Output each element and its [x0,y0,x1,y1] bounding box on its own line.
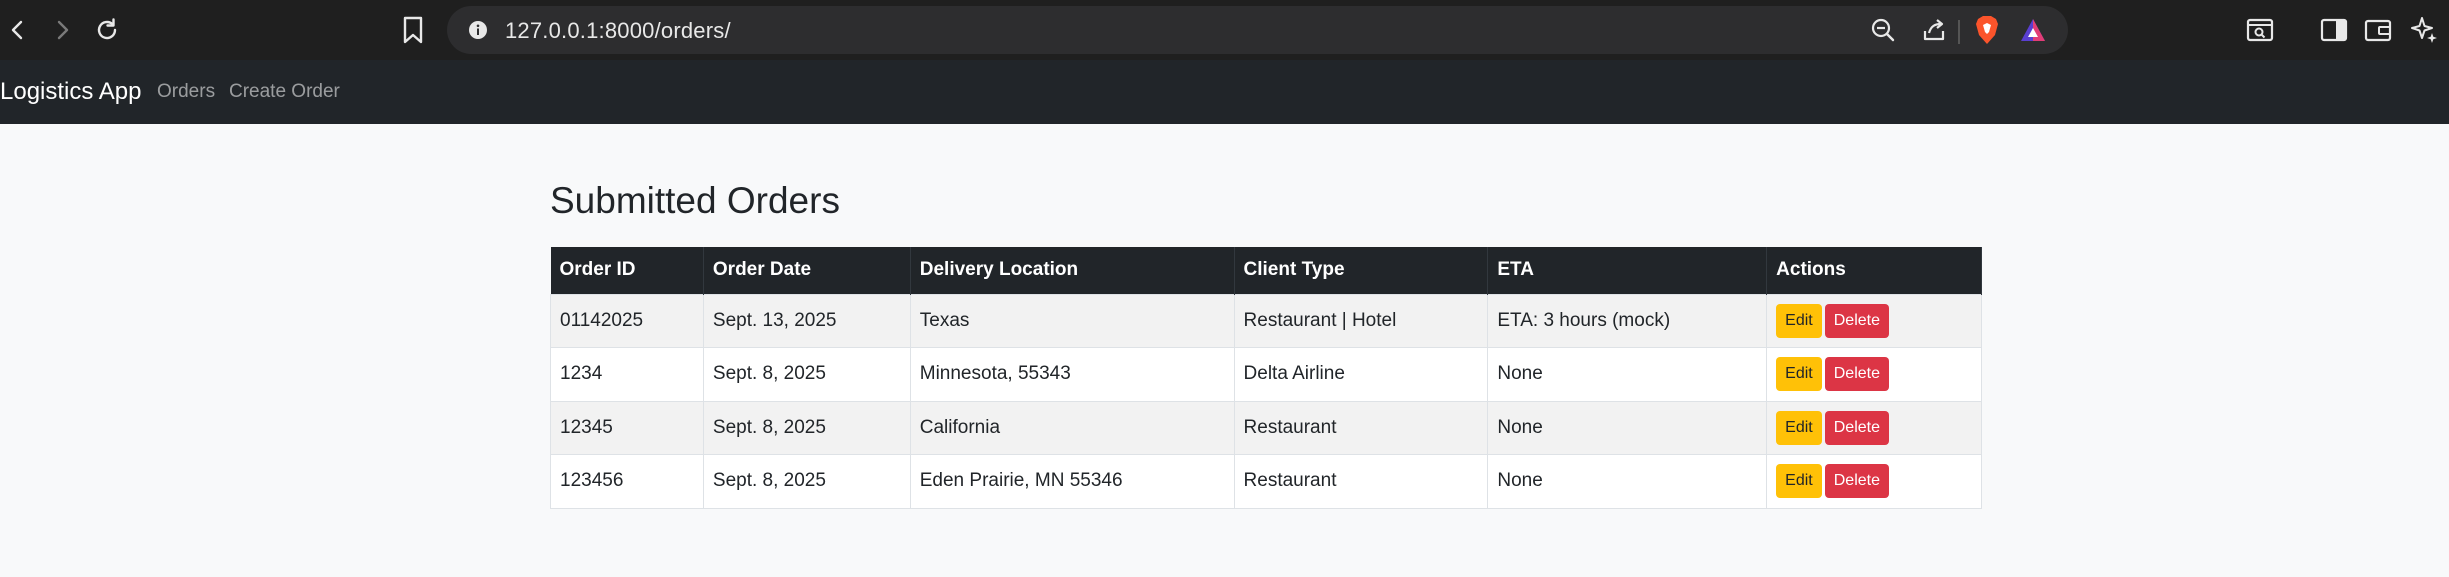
column-header-order-id: Order ID [550,247,704,294]
sidebar-icon[interactable] [2318,14,2350,46]
leo-ai-icon[interactable] [2407,13,2441,47]
cell-client-type: Delta Airline [1233,347,1489,402]
cell-actions: Edit Delete [1766,293,1982,348]
url-divider [1958,20,1960,44]
cell-eta: None [1487,347,1768,402]
cell-order-id: 01142025 [550,293,704,348]
nav-link-create-order[interactable]: Create Order [229,81,340,103]
navbar-brand[interactable]: Logistics App [0,78,141,106]
address-bar[interactable]: 127.0.0.1:8000/orders/ [447,6,2068,54]
cell-delivery-location: Eden Prairie, MN 55346 [909,454,1235,509]
delete-button[interactable]: Delete [1824,357,1889,392]
cell-order-date: Sept. 8, 2025 [702,400,911,455]
cell-order-id: 123456 [550,454,704,509]
cell-delivery-location: Texas [909,293,1235,348]
table-header-row: Order ID Order Date Delivery Location Cl… [550,247,1982,294]
column-header-client-type: Client Type [1234,247,1489,294]
table-row: 12345 Sept. 8, 2025 California Restauran… [550,400,1982,455]
forward-icon[interactable] [44,12,80,48]
column-header-eta: ETA [1487,247,1768,294]
zoom-out-icon[interactable] [1869,16,1897,44]
cell-eta: ETA: 3 hours (mock) [1487,293,1768,348]
orders-table: Order ID Order Date Delivery Location Cl… [550,247,1982,509]
cell-order-date: Sept. 8, 2025 [702,454,911,509]
cell-order-date: Sept. 8, 2025 [702,347,911,402]
column-header-delivery-location: Delivery Location [910,247,1235,294]
delete-button[interactable]: Delete [1824,464,1889,499]
cell-actions: Edit Delete [1766,347,1982,402]
cell-order-id: 12345 [550,400,704,455]
table-row: 1234 Sept. 8, 2025 Minnesota, 55343 Delt… [550,347,1982,402]
delete-button[interactable]: Delete [1824,303,1889,338]
edit-button[interactable]: Edit [1776,410,1822,445]
cell-client-type: Restaurant | Hotel [1233,293,1489,348]
cell-eta: None [1487,400,1768,455]
cell-delivery-location: California [909,400,1235,455]
cell-eta: None [1487,454,1768,509]
reload-icon[interactable] [89,12,125,48]
bookmark-icon[interactable] [398,14,428,46]
site-info-icon[interactable] [467,19,489,41]
column-header-order-date: Order Date [703,247,911,294]
page-title: Submitted Orders [550,180,840,221]
column-header-actions: Actions [1766,247,1982,294]
tab-search-icon[interactable] [2244,14,2276,46]
cell-order-id: 1234 [550,347,704,402]
table-row: 123456 Sept. 8, 2025 Eden Prairie, MN 55… [550,454,1982,509]
cell-actions: Edit Delete [1766,454,1982,509]
app-navbar: Logistics App Orders Create Order [0,60,2449,124]
cell-actions: Edit Delete [1766,400,1982,455]
edit-button[interactable]: Edit [1776,357,1822,392]
nav-link-orders[interactable]: Orders [157,81,215,103]
edit-button[interactable]: Edit [1776,464,1822,499]
cell-order-date: Sept. 13, 2025 [702,293,911,348]
cell-delivery-location: Minnesota, 55343 [909,347,1235,402]
wallet-icon[interactable] [2362,14,2394,46]
cell-client-type: Restaurant [1233,400,1489,455]
url-text[interactable]: 127.0.0.1:8000/orders/ [505,18,731,44]
brave-rewards-icon[interactable] [2018,15,2048,45]
back-icon[interactable] [0,12,36,48]
browser-toolbar: 127.0.0.1:8000/orders/ [0,0,2449,60]
edit-button[interactable]: Edit [1776,303,1822,338]
table-row: 01142025 Sept. 13, 2025 Texas Restaurant… [550,293,1982,348]
share-icon[interactable] [1920,16,1948,44]
brave-shields-icon[interactable] [1972,15,2002,45]
delete-button[interactable]: Delete [1824,410,1889,445]
cell-client-type: Restaurant [1233,454,1489,509]
